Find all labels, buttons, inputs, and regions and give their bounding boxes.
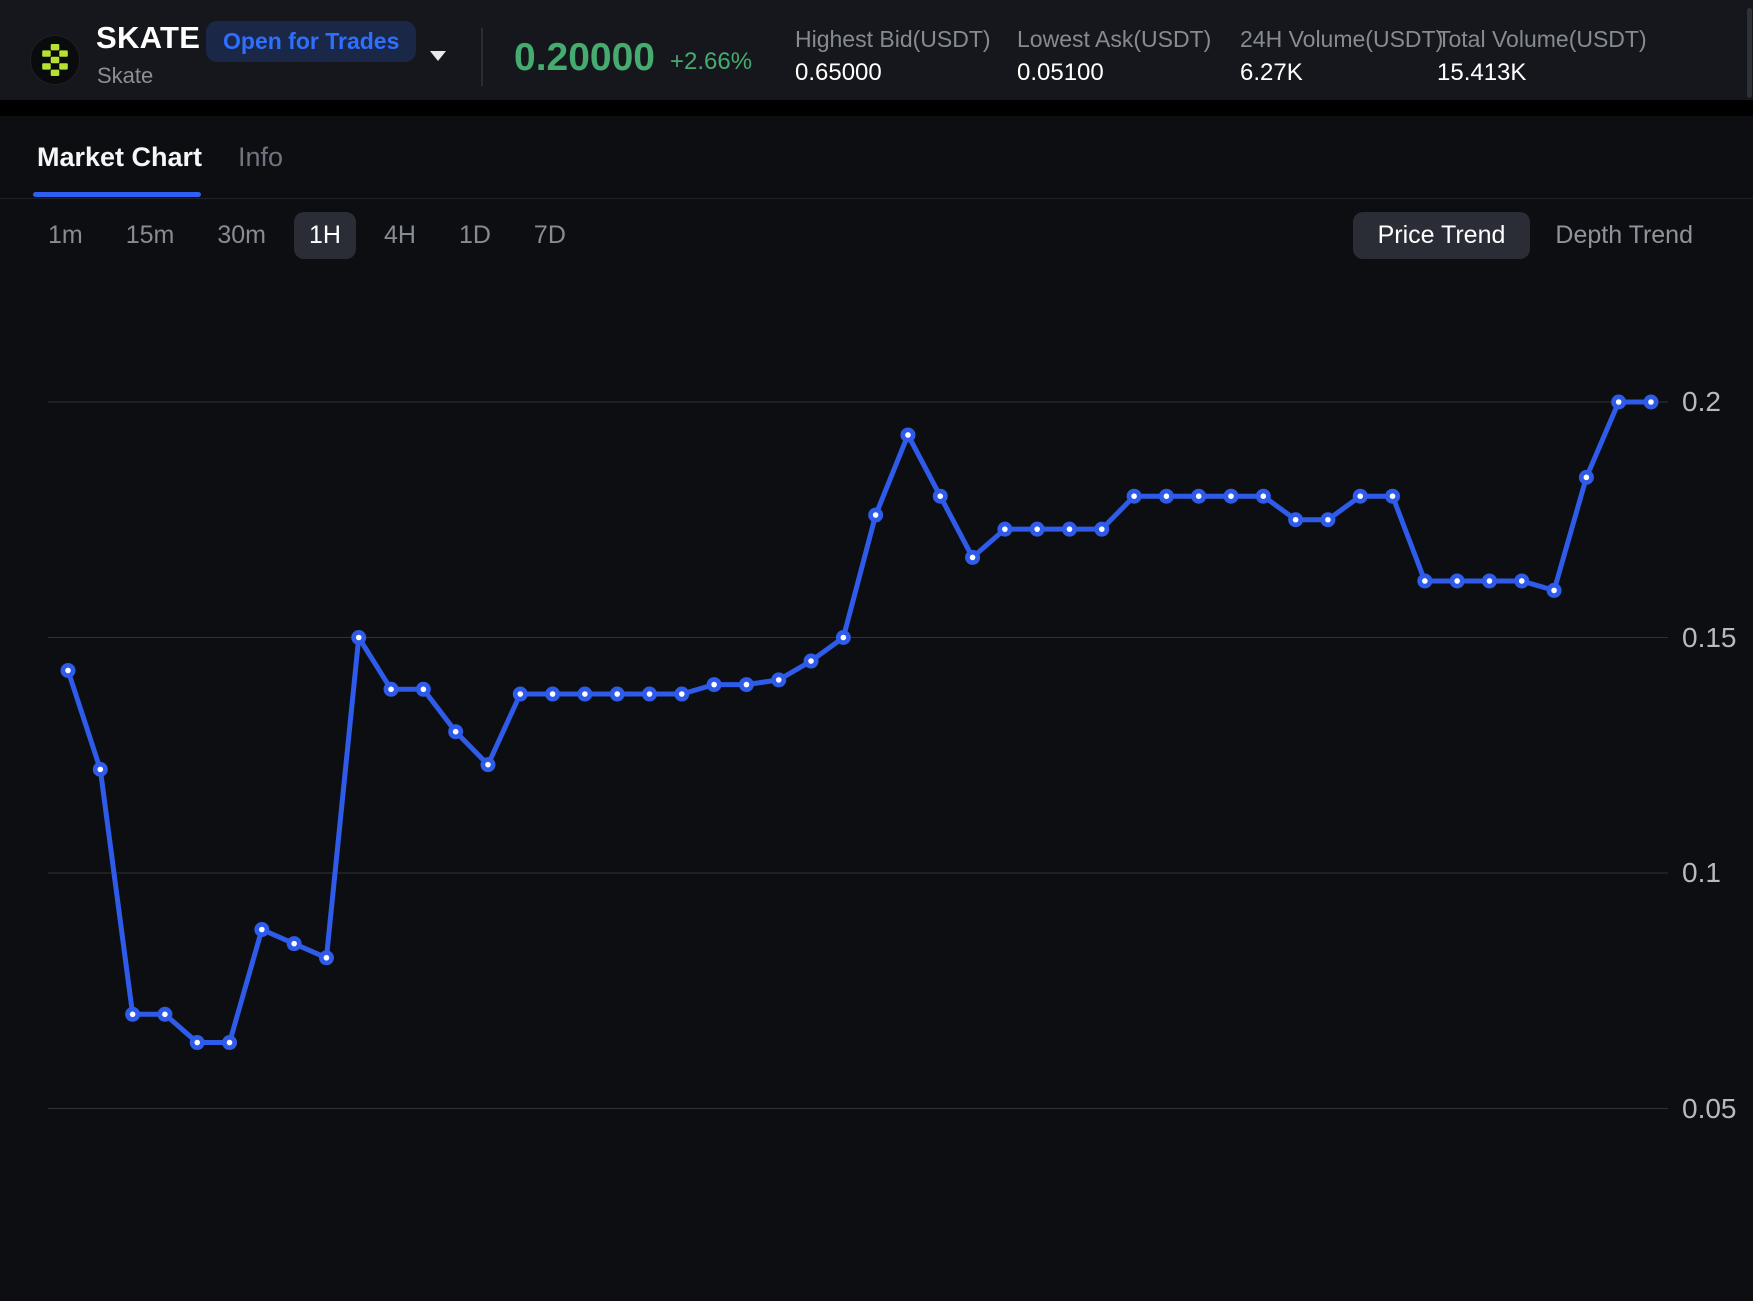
data-point-center	[937, 493, 943, 499]
stat-label: Lowest Ask(USDT)	[1017, 26, 1211, 53]
data-point-center	[130, 1012, 136, 1018]
data-point-center	[744, 682, 750, 688]
token-symbol: SKATE	[96, 20, 200, 56]
data-point-center	[614, 691, 620, 697]
data-point-center	[388, 687, 394, 693]
stat-value: 6.27K	[1240, 59, 1303, 87]
tab-market-chart[interactable]: Market Chart	[37, 142, 202, 173]
scrollbar-thumb[interactable]	[1747, 8, 1752, 98]
stat-label: 24H Volume(USDT)	[1240, 26, 1443, 53]
tab-bar: Market Chart Info	[0, 116, 1753, 199]
data-point-center	[98, 767, 104, 773]
data-point-center	[1519, 578, 1525, 584]
stat-label: Total Volume(USDT)	[1437, 26, 1647, 53]
data-point-center	[776, 677, 782, 683]
data-point-center	[517, 691, 523, 697]
data-point-center	[324, 955, 330, 961]
data-point-center	[453, 729, 459, 735]
data-point-center	[1584, 475, 1590, 481]
data-point-center	[1261, 493, 1267, 499]
data-point-center	[194, 1040, 200, 1046]
data-point-center	[1390, 493, 1396, 499]
stat-label: Highest Bid(USDT)	[795, 26, 991, 53]
data-point-center	[970, 555, 976, 561]
token-header: SKATE Open for Trades Skate 0.20000 +2.6…	[0, 0, 1753, 100]
price-chart-svg[interactable]	[0, 250, 1753, 1301]
data-point-center	[485, 762, 491, 768]
data-point-center	[1164, 493, 1170, 499]
data-point-center	[1487, 578, 1493, 584]
data-point-center	[1648, 399, 1654, 405]
data-point-center	[550, 691, 556, 697]
data-point-center	[1357, 493, 1363, 499]
data-point-center	[1422, 578, 1428, 584]
status-badge: Open for Trades	[206, 21, 416, 62]
data-point-center	[259, 927, 265, 933]
market-chart-page: SKATE Open for Trades Skate 0.20000 +2.6…	[0, 0, 1753, 1301]
stat-value: 0.05100	[1017, 59, 1104, 87]
data-point-center	[873, 512, 879, 518]
data-point-center	[1551, 588, 1557, 594]
data-point-center	[582, 691, 588, 697]
data-point-center	[1067, 526, 1073, 532]
stat-value: 0.65000	[795, 59, 882, 87]
header-divider	[481, 28, 483, 86]
y-axis-label: 0.15	[1682, 622, 1737, 654]
data-point-center	[162, 1012, 168, 1018]
data-point-center	[1454, 578, 1460, 584]
data-point-center	[1196, 493, 1202, 499]
data-point-center	[227, 1040, 233, 1046]
header-separator	[0, 100, 1753, 116]
price-line	[68, 402, 1651, 1043]
data-point-center	[679, 691, 685, 697]
price-chart[interactable]	[0, 250, 1753, 1301]
data-point-center	[1002, 526, 1008, 532]
data-point-center	[291, 941, 297, 947]
data-point-center	[1228, 493, 1234, 499]
data-point-center	[1616, 399, 1622, 405]
data-point-center	[711, 682, 717, 688]
stat-value: 15.413K	[1437, 59, 1526, 87]
y-axis-label: 0.05	[1682, 1093, 1737, 1125]
data-point-center	[647, 691, 653, 697]
y-axis-label: 0.2	[1682, 386, 1721, 418]
skate-logo-icon	[42, 44, 68, 76]
tab-info[interactable]: Info	[238, 142, 283, 173]
data-point-center	[65, 668, 71, 674]
current-price: 0.20000	[514, 36, 655, 80]
chevron-down-icon[interactable]	[430, 51, 446, 61]
data-point-center	[1034, 526, 1040, 532]
data-point-center	[905, 432, 911, 438]
token-logo	[30, 35, 80, 85]
data-point-center	[1131, 493, 1137, 499]
price-change: +2.66%	[670, 48, 752, 76]
data-point-center	[808, 658, 814, 664]
data-point-center	[1325, 517, 1331, 523]
y-axis-label: 0.1	[1682, 857, 1721, 889]
data-point-center	[356, 635, 362, 641]
data-point-center	[1293, 517, 1299, 523]
data-point-center	[1099, 526, 1105, 532]
data-point-center	[841, 635, 847, 641]
token-name: Skate	[97, 63, 153, 89]
data-point-center	[421, 687, 427, 693]
active-tab-underline	[33, 192, 201, 197]
